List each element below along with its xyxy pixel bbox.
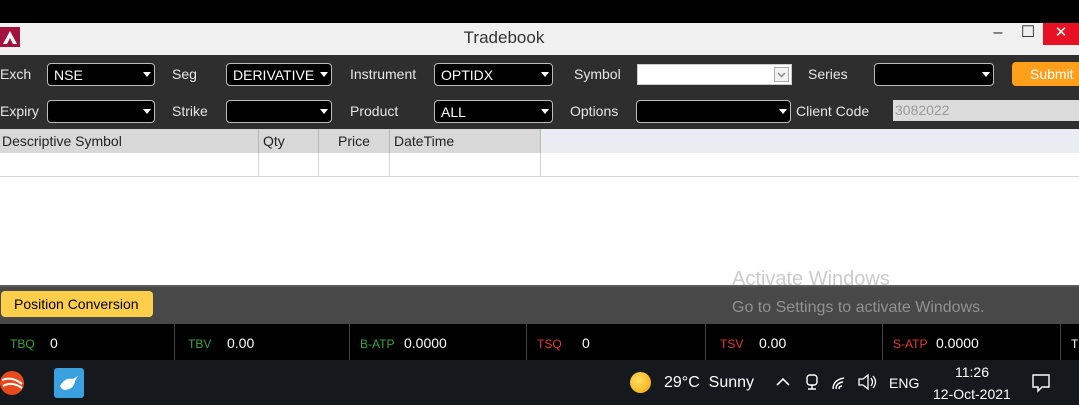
stat-truncated: T — [1061, 324, 1079, 360]
chevron-down-icon — [143, 72, 151, 77]
notification-icon[interactable] — [1030, 372, 1052, 394]
instrument-select[interactable]: OPTIDX — [434, 63, 553, 86]
stat-tbq: TBQ 0 — [0, 324, 175, 360]
stat-value: 0 — [50, 335, 58, 351]
dropdown-arrow-icon[interactable] — [774, 67, 789, 82]
options-label: Options — [570, 103, 619, 119]
stat-value: 0 — [582, 335, 590, 351]
client-code-label: Client Code — [796, 103, 870, 119]
column-header[interactable]: DateTime — [390, 129, 541, 153]
table-cell — [0, 153, 259, 177]
weather-sun-icon — [630, 372, 651, 393]
chevron-down-icon — [541, 109, 549, 114]
chevron-down-icon — [779, 109, 787, 114]
series-label: Series — [808, 66, 848, 82]
expiry-select[interactable] — [47, 100, 155, 123]
instrument-label: Instrument — [350, 66, 417, 82]
table-header: Descriptive Symbol Qty Price DateTime — [0, 129, 1079, 153]
stat-tsq: TSQ 0 — [527, 324, 706, 360]
window-title: Tradebook — [463, 28, 545, 47]
stat-value: 0.00 — [759, 335, 787, 351]
exch-value: NSE — [54, 67, 83, 83]
stat-tbv: TBV 0.00 — [175, 324, 350, 360]
chevron-down-icon — [982, 72, 990, 77]
stat-key: S-ATP — [893, 337, 928, 351]
maximize-button[interactable]: ☐ — [1013, 23, 1043, 45]
product-value: ALL — [441, 104, 466, 120]
strike-select[interactable] — [226, 100, 332, 123]
chevron-down-icon — [320, 72, 328, 77]
submit-button[interactable]: Submit — [1012, 62, 1079, 86]
expiry-label: Expiry — [0, 103, 39, 119]
exch-label: Exch — [0, 66, 32, 82]
stat-key: TBQ — [10, 337, 35, 351]
product-label: Product — [350, 103, 399, 119]
strike-label: Strike — [172, 103, 208, 119]
stat-key: TBV — [188, 337, 212, 351]
weather-text[interactable]: 29°C Sunny — [664, 374, 754, 392]
stat-value: 0.0000 — [936, 335, 979, 351]
seg-label: Seg — [172, 66, 197, 82]
table-row[interactable] — [0, 153, 1079, 177]
stat-satp: S-ATP 0.0000 — [883, 324, 1061, 360]
chevron-down-icon — [143, 109, 151, 114]
symbol-combobox[interactable] — [637, 64, 792, 85]
table-cell — [259, 153, 319, 177]
trading-app-taskbar-icon[interactable] — [0, 368, 30, 398]
volume-icon[interactable] — [857, 372, 879, 392]
symbol-label: Symbol — [574, 66, 621, 82]
chevron-up-icon[interactable] — [774, 372, 792, 392]
column-header[interactable]: Qty — [259, 129, 319, 153]
position-conversion-button[interactable]: Position Conversion — [1, 291, 153, 317]
minimize-button[interactable]: – — [983, 23, 1013, 45]
wifi-icon[interactable] — [830, 372, 850, 392]
seg-value: DERIVATIVE — [233, 67, 315, 83]
header-filler — [541, 129, 1079, 153]
stat-key: TSV — [720, 337, 744, 351]
options-select[interactable] — [636, 100, 791, 123]
clock-date[interactable]: 12-Oct-2021 — [933, 386, 1011, 402]
stat-key: TSQ — [537, 337, 562, 351]
seg-select[interactable]: DERIVATIVE — [226, 63, 332, 86]
stat-value: 0.0000 — [404, 335, 447, 351]
filter-toolbar: Exch NSE Seg DERIVATIVE Instrument OPTID… — [0, 55, 1079, 129]
meet-now-icon[interactable] — [803, 372, 821, 392]
table-cell — [319, 153, 390, 177]
series-select[interactable] — [874, 63, 994, 86]
clock-time[interactable]: 11:26 — [955, 364, 989, 380]
column-header[interactable]: Descriptive Symbol — [0, 129, 259, 153]
bird-app-taskbar-icon[interactable] — [54, 368, 84, 398]
top-black-strip — [0, 0, 1079, 23]
exch-select[interactable]: NSE — [47, 63, 155, 86]
client-code-field[interactable]: 3082022 — [893, 100, 1079, 121]
totals-bar: TBQ 0 TBV 0.00 B-ATP 0.0000 TSQ 0 TSV 0.… — [0, 324, 1079, 360]
stat-value: 0.00 — [227, 335, 255, 351]
chevron-down-icon — [541, 72, 549, 77]
activate-windows-subtitle: Go to Settings to activate Windows. — [732, 299, 985, 316]
stat-batp: B-ATP 0.0000 — [350, 324, 527, 360]
column-header[interactable]: Price — [319, 129, 390, 153]
table-cell — [390, 153, 541, 177]
tradebook-table: Descriptive Symbol Qty Price DateTime — [0, 129, 1079, 285]
chevron-down-icon — [320, 109, 328, 114]
stat-key: T — [1071, 337, 1079, 351]
product-select[interactable]: ALL — [434, 100, 553, 123]
instrument-value: OPTIDX — [441, 67, 494, 83]
stat-key: B-ATP — [360, 337, 395, 351]
windows-taskbar: 29°C Sunny ENG 11:26 12-Oct-2021 — [0, 360, 1079, 405]
close-button[interactable]: ✕ — [1043, 23, 1079, 45]
activate-windows-title: Activate Windows — [732, 268, 890, 290]
window-titlebar: Tradebook – ☐ ✕ — [0, 23, 1079, 55]
stat-tsv: TSV 0.00 — [706, 324, 883, 360]
language-indicator[interactable]: ENG — [889, 375, 919, 391]
